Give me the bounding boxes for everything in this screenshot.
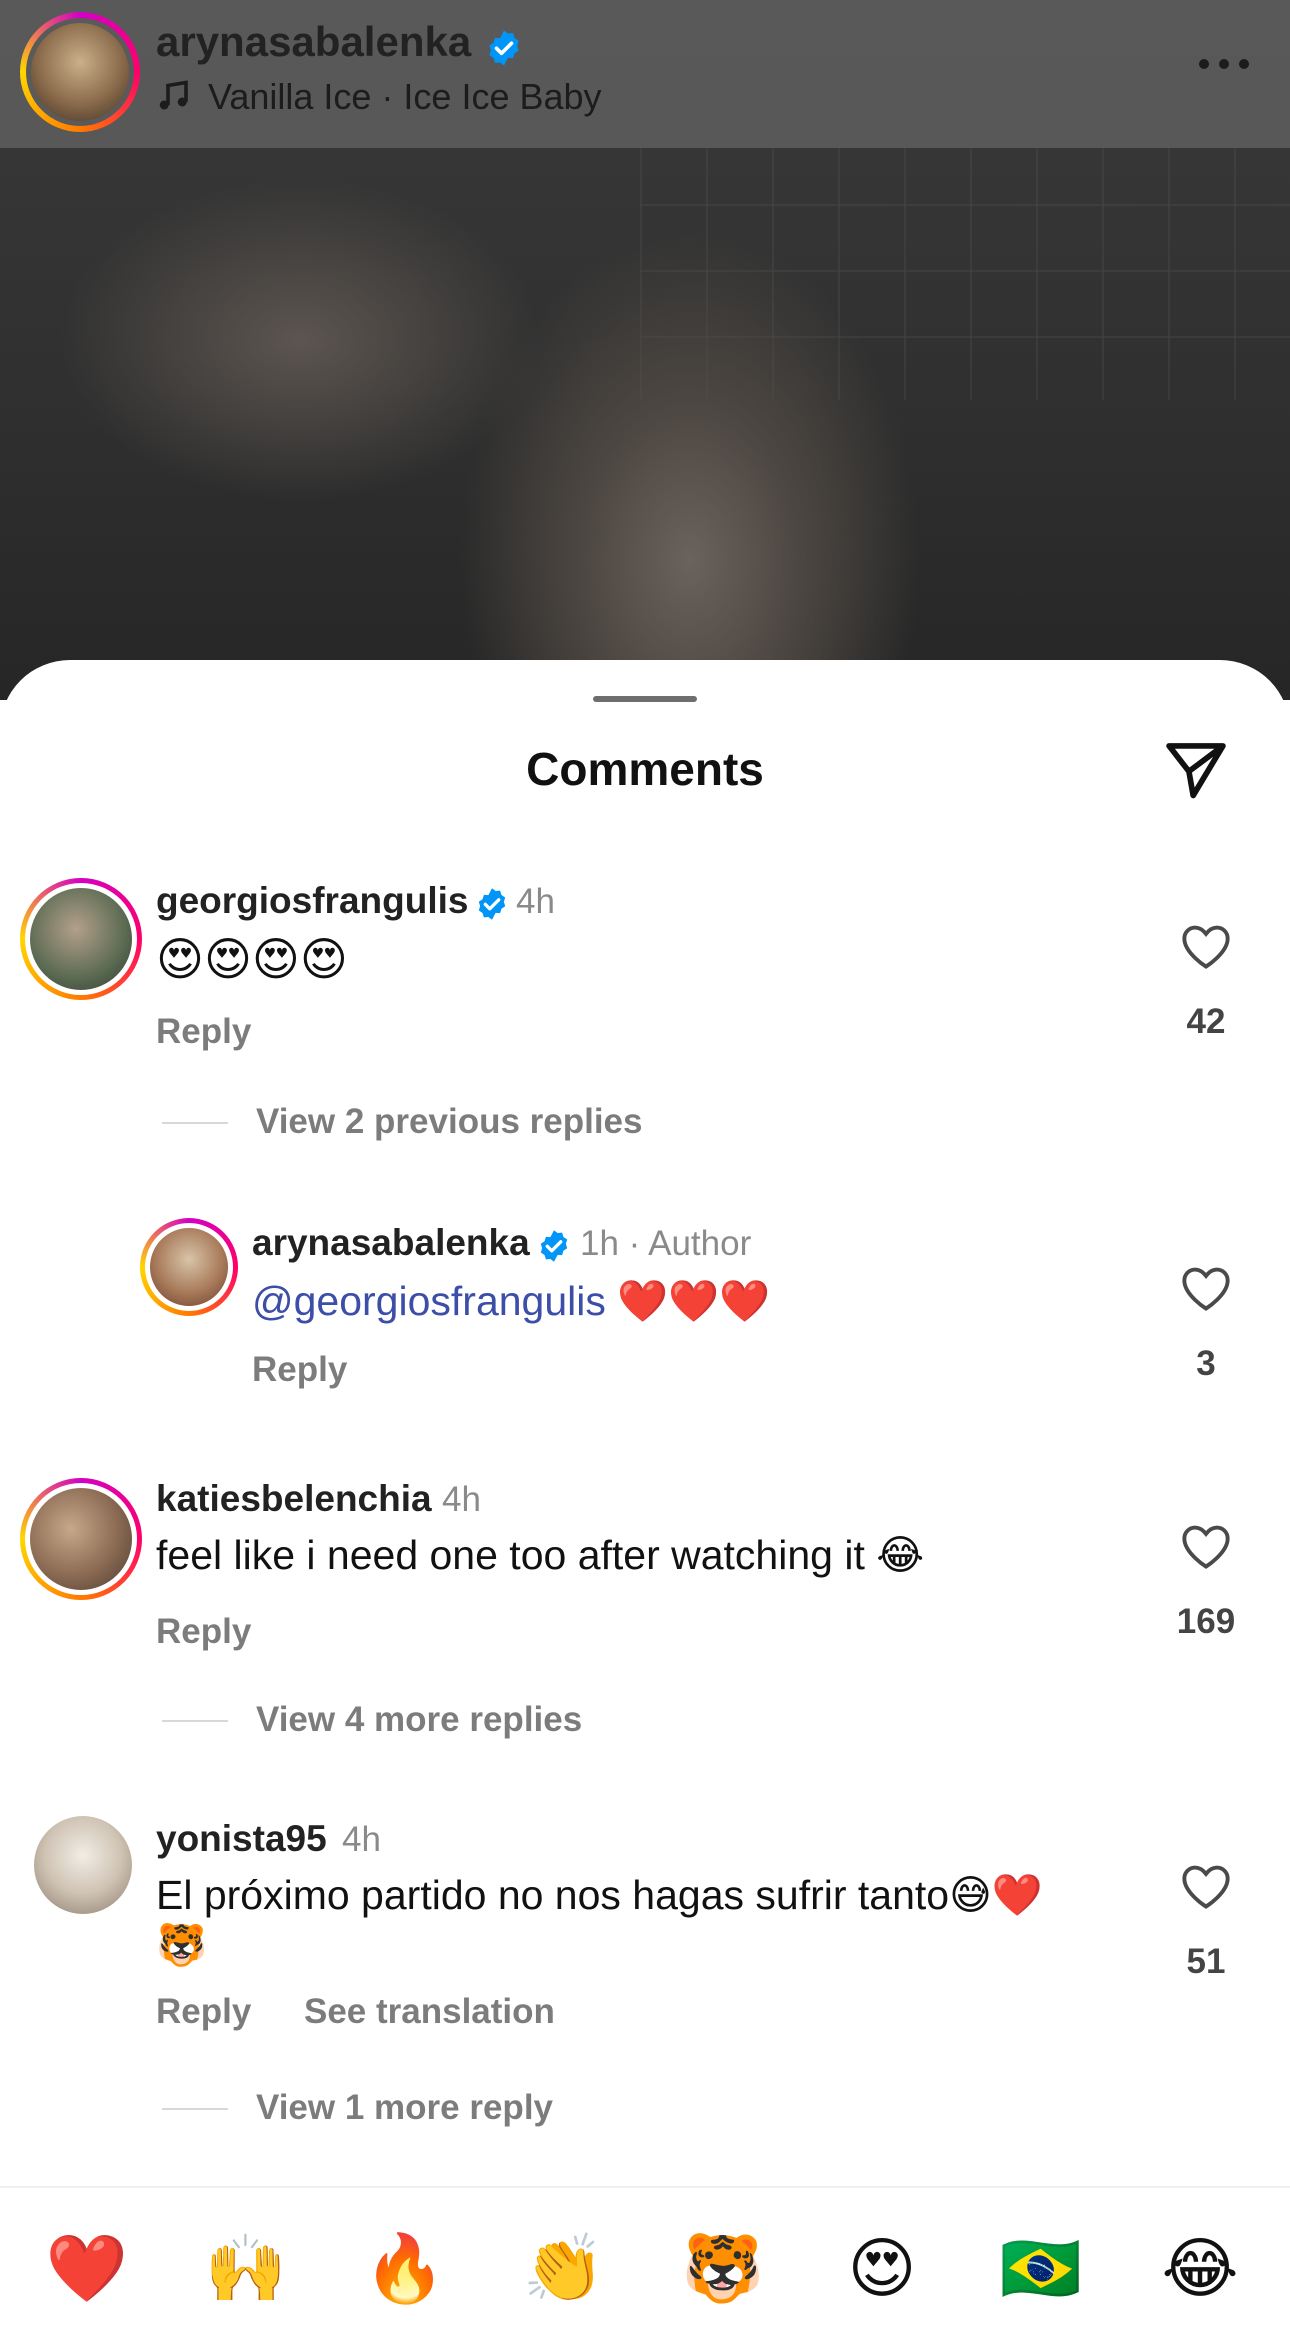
reply-button[interactable]: Reply	[156, 1612, 251, 1652]
avatar[interactable]	[145, 1223, 233, 1311]
reaction-fire[interactable]: 🔥	[355, 2230, 455, 2308]
comment-username[interactable]: yonista95	[156, 1818, 327, 1860]
comment-text-line2: 🐯	[156, 1921, 208, 1969]
verified-badge-icon	[484, 28, 524, 73]
replies-divider-line	[162, 2108, 228, 2110]
heart-outline-icon[interactable]	[1180, 1862, 1232, 1915]
view-replies-button[interactable]: View 1 more reply	[256, 2088, 553, 2128]
comment-emojis: ❤️❤️❤️	[617, 1277, 771, 1325]
verified-badge-icon	[536, 1228, 572, 1269]
heart-outline-icon[interactable]	[1180, 1264, 1232, 1317]
comment-time: 1h · Author	[580, 1224, 752, 1263]
sheet-title: Comments	[526, 743, 764, 795]
see-translation-button[interactable]: See translation	[304, 1992, 555, 2032]
music-note-icon	[156, 78, 192, 119]
comment-time: 4h	[342, 1820, 381, 1859]
like-count: 169	[1176, 1602, 1236, 1641]
reaction-brazil-flag[interactable]: 🇧🇷	[991, 2230, 1091, 2308]
reaction-tiger[interactable]: 🐯	[673, 2230, 773, 2308]
comment-time: 4h	[516, 882, 555, 921]
reaction-raising-hands[interactable]: 🙌	[196, 2230, 296, 2308]
header-avatar[interactable]	[26, 18, 134, 126]
sheet-grabber-handle[interactable]	[593, 696, 697, 702]
avatar[interactable]	[25, 1483, 137, 1595]
reaction-tears-of-joy[interactable]: 😂	[1150, 2230, 1250, 2307]
comment-text: 😍😍😍😍	[156, 932, 348, 986]
header-username[interactable]: arynasabalenka	[156, 18, 471, 66]
reaction-heart[interactable]: ❤️	[37, 2230, 137, 2308]
header-music-label[interactable]: Vanilla Ice · Ice Ice Baby	[208, 76, 602, 118]
heart-outline-icon[interactable]	[1180, 1522, 1232, 1575]
comment-text: @georgiosfrangulis ❤️❤️❤️	[252, 1276, 770, 1326]
comment-username[interactable]: georgiosfrangulis	[156, 880, 468, 922]
send-paper-plane-icon[interactable]	[1160, 736, 1232, 809]
more-options-icon[interactable]	[1196, 56, 1252, 77]
like-count: 51	[1186, 1942, 1226, 1981]
replies-divider-line	[162, 1720, 228, 1722]
comment-text: feel like i need one too after watching …	[156, 1532, 925, 1578]
tile-wall	[640, 140, 1290, 400]
reply-button[interactable]: Reply	[252, 1350, 347, 1390]
view-replies-button[interactable]: View 2 previous replies	[256, 1102, 643, 1142]
heart-outline-icon[interactable]	[1180, 922, 1232, 975]
comment-time: 4h	[442, 1480, 481, 1519]
comment-username[interactable]: katiesbelenchia	[156, 1478, 432, 1520]
mention-link[interactable]: @georgiosfrangulis	[252, 1278, 606, 1324]
verified-badge-icon	[474, 886, 510, 927]
like-count: 42	[1186, 1002, 1226, 1041]
reply-button[interactable]: Reply	[156, 1012, 251, 1052]
comment-text: El próximo partido no nos hagas sufrir t…	[156, 1872, 1043, 1918]
replies-divider-line	[162, 1122, 228, 1124]
comment-username[interactable]: arynasabalenka	[252, 1222, 530, 1264]
reply-button[interactable]: Reply	[156, 1992, 251, 2032]
avatar[interactable]	[25, 883, 137, 995]
view-replies-button[interactable]: View 4 more replies	[256, 1700, 582, 1740]
like-count: 3	[1196, 1344, 1216, 1383]
reaction-bar-divider	[0, 2186, 1290, 2188]
reaction-clapping[interactable]: 👏	[514, 2230, 614, 2308]
avatar[interactable]	[34, 1816, 132, 1914]
reaction-heart-eyes[interactable]: 😍	[832, 2230, 932, 2307]
